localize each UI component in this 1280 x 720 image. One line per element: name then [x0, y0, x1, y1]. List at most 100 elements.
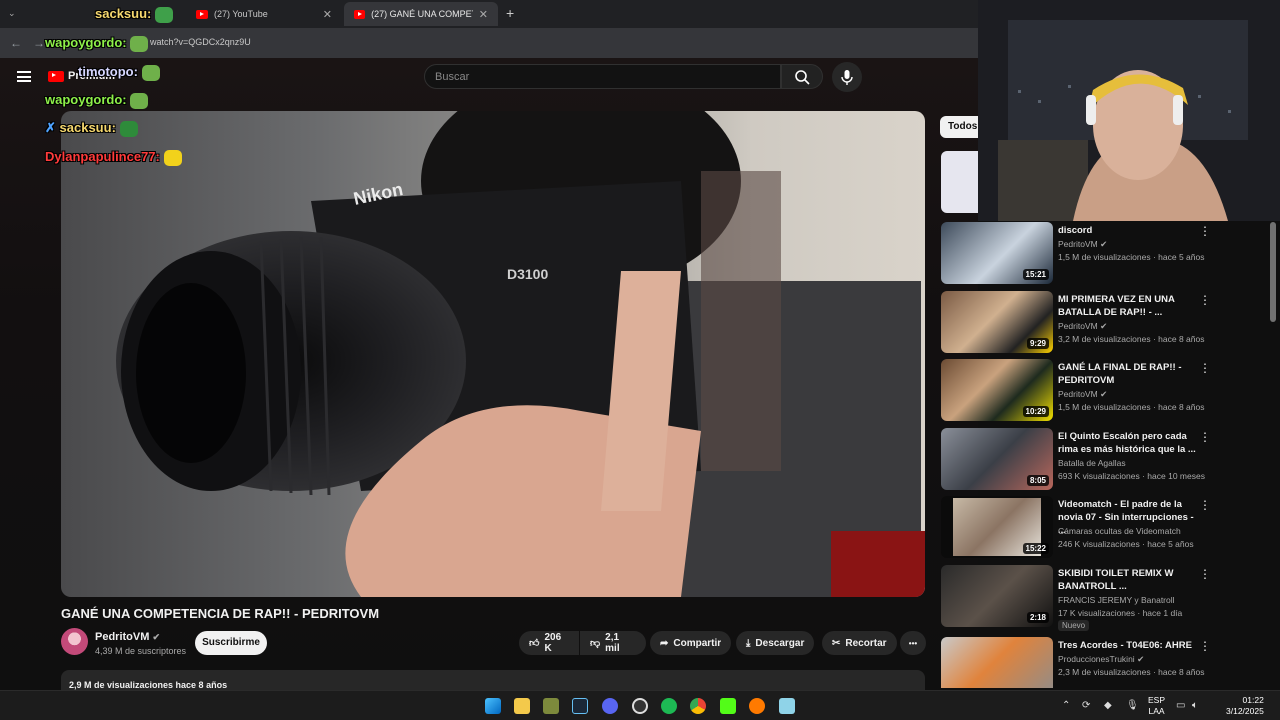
- close-tab-icon[interactable]: ✕: [323, 8, 332, 21]
- thumbs-up-icon: 👍︎: [529, 638, 540, 649]
- recommendation-item[interactable]: 15:22 Videomatch - El padre de la novia …: [941, 496, 1261, 558]
- video-frame: Nikon D3100: [116, 111, 925, 597]
- more-actions-button[interactable]: •••: [900, 631, 926, 655]
- close-tab-icon[interactable]: ✕: [479, 8, 488, 21]
- steam-icon[interactable]: [572, 698, 588, 714]
- recommendation-channel: FRANCIS JEREMY y Banatroll: [1058, 595, 1175, 605]
- clip-button[interactable]: ✂ Recortar: [822, 631, 897, 655]
- recommendation-item[interactable]: 15:21 discord PedritoVM ✔ 1,5 M de visua…: [941, 222, 1261, 284]
- search-input[interactable]: Buscar: [424, 64, 781, 89]
- thumbs-down-icon: 👎︎: [590, 638, 601, 649]
- recommendation-meta: 1,5 M de visualizaciones · hace 5 años: [1058, 252, 1205, 262]
- video-thumbnail: 8:05: [941, 428, 1053, 490]
- like-button[interactable]: 👍︎ 206 K: [519, 631, 579, 655]
- recommendation-item[interactable]: 10:29 GANÉ LA FINAL DE RAP!! - PEDRITOVM…: [941, 359, 1261, 421]
- download-button[interactable]: ⤓ Descargar: [736, 631, 815, 655]
- app-icon[interactable]: [543, 698, 559, 714]
- webcam-overlay: [978, 0, 1280, 221]
- chat-username: wapoygordo:: [45, 35, 127, 50]
- subscribe-button[interactable]: Suscribirme: [195, 631, 267, 655]
- recommendation-item[interactable]: 9:29 MI PRIMERA VEZ EN UNA BATALLA DE RA…: [941, 291, 1261, 353]
- channel-avatar[interactable]: [61, 628, 88, 655]
- video-thumbnail: 10:29: [941, 359, 1053, 421]
- voice-search-button[interactable]: [832, 62, 862, 92]
- tab-youtube-home[interactable]: (27) YouTube ✕: [186, 2, 342, 26]
- video-thumbnail: 2:18: [941, 565, 1053, 627]
- notepad-icon[interactable]: [779, 698, 795, 714]
- more-options-icon[interactable]: ⋮: [1199, 224, 1211, 238]
- tab-label: (27) YouTube: [214, 9, 268, 19]
- duration-badge: 8:05: [1026, 475, 1049, 486]
- webcam-frame: [978, 0, 1280, 221]
- chrome-icon[interactable]: [690, 698, 706, 714]
- verified-icon: ✔: [1100, 389, 1108, 399]
- more-options-icon[interactable]: ⋮: [1199, 361, 1211, 375]
- tab-current-video[interactable]: (27) GANÉ UNA COMPETENCIA ✕: [344, 2, 498, 26]
- description-stats: 2,9 M de visualizaciones hace 8 años: [69, 680, 228, 690]
- network-icon[interactable]: ▭: [1176, 700, 1185, 711]
- sidebar-scrollbar[interactable]: [1270, 222, 1276, 322]
- recommendation-item[interactable]: 2:18 SKIBIDI TOILET REMIX W BANATROLL ..…: [941, 565, 1261, 631]
- chat-message: timotopo:: [78, 64, 160, 81]
- channel-text: PedritoVM: [1058, 389, 1098, 399]
- search-button[interactable]: [781, 64, 823, 89]
- recommendation-channel: ProduccionesTrukini ✔: [1058, 654, 1144, 665]
- back-icon[interactable]: ←: [10, 36, 22, 50]
- verified-icon: ✔: [1100, 239, 1108, 249]
- more-options-icon[interactable]: ⋮: [1199, 293, 1211, 307]
- pepe-emote-icon: [141, 64, 160, 81]
- channel-text: PedritoVM: [1058, 239, 1098, 249]
- chat-username: wapoygordo:: [45, 92, 127, 107]
- menu-icon[interactable]: [17, 71, 31, 82]
- system-clock[interactable]: 01:22 3/12/2025: [1226, 695, 1264, 717]
- channel-text: PedritoVM: [1058, 321, 1098, 331]
- recommendation-title: discord: [1058, 225, 1093, 236]
- download-icon: ⤓: [746, 637, 751, 649]
- recommendation-meta: 1,5 M de visualizaciones · hace 8 años: [1058, 402, 1205, 412]
- more-options-icon[interactable]: ⋮: [1199, 498, 1211, 512]
- video-thumbnail: 9:29: [941, 291, 1053, 353]
- pepe-emote-icon: [130, 35, 149, 52]
- app-icon-orange[interactable]: [749, 698, 765, 714]
- recommendation-title: El Quinto Escalón pero cada rima es más …: [1058, 431, 1196, 455]
- recommendation-item[interactable]: Tres Acordes - T04E06: AHRE Producciones…: [941, 637, 1261, 688]
- obs-icon[interactable]: [632, 698, 648, 714]
- security-icon[interactable]: ◆: [1104, 700, 1112, 711]
- more-options-icon[interactable]: ⋮: [1199, 567, 1211, 581]
- new-tab-icon[interactable]: +: [506, 5, 514, 21]
- dislike-button[interactable]: 👎︎ 2,1 mil: [580, 631, 646, 655]
- video-player[interactable]: Nikon D3100: [61, 111, 925, 597]
- recommendation-meta: 17 K visualizaciones · hace 1 día: [1058, 608, 1183, 618]
- more-options-icon[interactable]: ⋮: [1199, 639, 1211, 653]
- input-language[interactable]: ESP LAA: [1148, 695, 1165, 717]
- forward-icon[interactable]: →: [33, 36, 45, 50]
- microphone-tray-icon[interactable]: 🎙︎: [1126, 700, 1139, 711]
- discord-icon[interactable]: [602, 698, 618, 714]
- recommendation-channel: PedritoVM ✔: [1058, 239, 1107, 250]
- url-field[interactable]: watch?v=QGDCx2qnz9U: [150, 37, 251, 47]
- file-explorer-icon[interactable]: [514, 698, 530, 714]
- youtube-favicon-icon: [354, 9, 366, 19]
- microphone-icon: [841, 70, 853, 85]
- recommendation-item[interactable]: 8:05 El Quinto Escalón pero cada rima es…: [941, 428, 1261, 490]
- pepe-emote-icon: [130, 92, 149, 109]
- start-icon[interactable]: [485, 698, 501, 714]
- chat-message: wapoygordo:: [45, 35, 149, 52]
- channel-name[interactable]: PedritoVM ✔: [95, 631, 160, 643]
- recommendation-thumbnail-partial[interactable]: [941, 151, 978, 213]
- share-button[interactable]: ➦ Compartir: [650, 631, 732, 655]
- chat-username: sacksuu:: [95, 6, 152, 21]
- more-options-icon[interactable]: ⋮: [1199, 430, 1211, 444]
- youtube-favicon-icon: [196, 9, 208, 19]
- sync-icon[interactable]: ⟳: [1082, 700, 1090, 711]
- tab-list-dropdown-icon[interactable]: ⌄: [8, 8, 16, 19]
- chat-message: Dylanpapulince77:: [45, 149, 182, 166]
- volume-icon[interactable]: 🔈︎: [1192, 700, 1198, 711]
- chat-message: sacksuu:: [95, 6, 173, 23]
- recommendation-meta: 2,3 M de visualizaciones · hace 8 años: [1058, 667, 1205, 677]
- spotify-icon[interactable]: [661, 698, 677, 714]
- show-hidden-icons-icon[interactable]: ⌃: [1062, 700, 1070, 711]
- duration-badge: 15:22: [1022, 543, 1049, 554]
- kick-icon[interactable]: [720, 698, 736, 714]
- duration-badge: 10:29: [1022, 406, 1049, 417]
